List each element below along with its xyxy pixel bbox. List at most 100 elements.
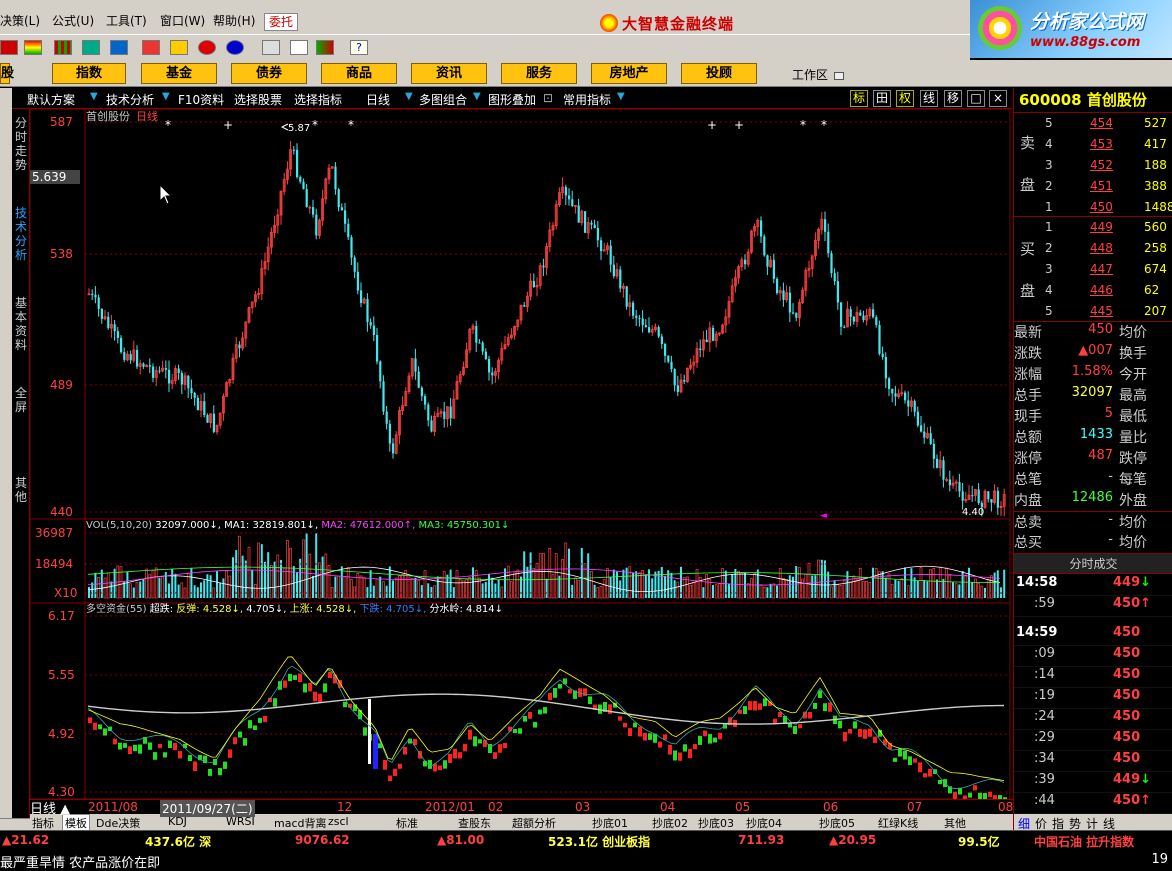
order-row[interactable]: 3 452 188 [1014, 158, 1172, 179]
status-item[interactable]: 中国石油 拉升指数 [1034, 833, 1134, 850]
menu-tools[interactable]: 工具(T) [106, 12, 147, 29]
toolbar-daily[interactable]: 日线 [366, 91, 390, 108]
toggle-line[interactable]: 线 [920, 90, 938, 107]
indicator-tab[interactable]: zscl [328, 815, 349, 828]
tick-row[interactable]: :09 450 [1014, 646, 1172, 667]
toolbar-common-indicator[interactable]: 常用指标 [563, 91, 611, 108]
menu-window[interactable]: 窗口(W) [160, 12, 205, 29]
tick-row[interactable]: :29 450 [1014, 730, 1172, 751]
restore-icon[interactable]: □ [967, 90, 985, 107]
window-icon[interactable] [290, 40, 308, 55]
nav-index[interactable]: 指数 [52, 63, 126, 84]
stop-icon[interactable] [0, 40, 18, 55]
chart-icon[interactable] [142, 40, 160, 55]
indicator-tab[interactable]: 超额分析 [512, 815, 556, 831]
indicator-tab[interactable]: 其他 [944, 815, 966, 831]
nav-advisor[interactable]: 投顾 [681, 63, 757, 84]
period-indicator[interactable]: 日线 ▲ [30, 798, 82, 817]
tab-technical[interactable]: 技术分析 [12, 206, 30, 262]
dropdown-arrow-icon[interactable]: ▼ [473, 91, 481, 102]
status-item[interactable]: 711.93 [738, 833, 784, 847]
traffic-light-icon[interactable] [24, 40, 42, 55]
nav-commodity[interactable]: 商品 [321, 63, 397, 84]
indicator-tab[interactable]: 抄底05 [819, 815, 855, 831]
workarea-dropdown[interactable]: 工作区 [792, 66, 845, 83]
status-item[interactable]: 99.5亿 [958, 833, 1000, 850]
indicator-tab[interactable]: 指标 [32, 815, 54, 831]
toolbar-multi-chart[interactable]: 多图组合 [419, 91, 467, 108]
news-ticker[interactable]: 最严重旱情 农产品涨价在即 19 [0, 850, 1172, 871]
dropdown-arrow-icon[interactable]: ▼ [162, 91, 170, 102]
status-item[interactable]: ▲21.62 [2, 833, 49, 847]
menu-formula[interactable]: 公式(U) [52, 12, 94, 29]
toolbar-default-scheme[interactable]: 默认方案 [27, 91, 75, 108]
nav-info[interactable]: 资讯 [411, 63, 487, 84]
tab-fundamental[interactable]: 基本资料 [12, 296, 30, 352]
books-icon[interactable] [316, 40, 334, 55]
indicator-tab[interactable]: 标准 [396, 815, 418, 831]
toolbar-f10[interactable]: F10资料 [178, 91, 224, 108]
menu-decide[interactable]: 决策(L) [0, 12, 40, 29]
status-item[interactable]: 523.1亿 创业板指 [548, 833, 650, 850]
diamond-icon[interactable] [170, 40, 188, 55]
dropdown-arrow-icon[interactable]: ▼ [617, 91, 625, 102]
tick-row[interactable]: :24 450 [1014, 709, 1172, 730]
order-row[interactable]: 5 454 527 [1014, 116, 1172, 137]
indicator-tab[interactable]: 抄底03 [698, 815, 734, 831]
quote-tab[interactable]: 价 [1035, 815, 1047, 830]
tab-other[interactable]: 其他 [12, 476, 30, 504]
order-row[interactable]: 4 453 417 [1014, 137, 1172, 158]
bars-icon[interactable] [54, 40, 72, 55]
nav-bond[interactable]: 债券 [231, 63, 307, 84]
order-row[interactable]: 1 449 560 [1014, 220, 1172, 241]
chart-area[interactable]: 587 538 489 440 首创股份 日线 5.639 5.87 4.40 * + *… [30, 109, 1013, 799]
nav-fund[interactable]: 基金 [141, 63, 217, 84]
quote-tab[interactable]: 细 [1018, 815, 1030, 830]
tick-row[interactable]: :34 450 [1014, 751, 1172, 772]
ticks-title[interactable]: 分时成交 [1014, 553, 1172, 574]
nav-realestate[interactable]: 房地产 [591, 63, 667, 84]
close-icon[interactable]: × [989, 90, 1007, 107]
print-icon[interactable] [262, 40, 280, 55]
tick-row[interactable]: :39 449↓ [1014, 772, 1172, 793]
quote-tab[interactable]: 指 [1052, 815, 1064, 830]
help-icon[interactable]: ? [350, 40, 368, 55]
nav-stock[interactable]: 股 [0, 63, 14, 84]
toggle-rights[interactable]: 权 [896, 90, 914, 107]
binocular-icon[interactable] [82, 40, 100, 55]
indicator-tab[interactable]: 查股东 [458, 815, 491, 831]
dropdown-arrow-icon[interactable]: ▼ [405, 91, 413, 102]
quote-tab[interactable]: 计 [1086, 815, 1098, 830]
entrust-button[interactable]: 委托 [264, 13, 299, 31]
toolbar-overlay[interactable]: 图形叠加 [488, 91, 536, 108]
toggle-grid[interactable]: 田 [873, 90, 891, 107]
quote-tab[interactable]: 线 [1103, 815, 1115, 830]
indicator-tab[interactable]: 抄底01 [592, 815, 628, 831]
tab-intraday[interactable]: 分时走势 [12, 116, 30, 172]
order-row[interactable]: 2 448 258 [1014, 241, 1172, 262]
indicator-tab[interactable]: 抄底02 [652, 815, 688, 831]
status-item[interactable]: ▲20.95 [829, 833, 876, 847]
tick-row[interactable]: :59 450↑ [1014, 596, 1172, 617]
toolbar-select-stock[interactable]: 选择股票 [234, 91, 282, 108]
tick-row[interactable]: :14 450 [1014, 667, 1172, 688]
indicator-tab[interactable]: 红绿K线 [878, 815, 918, 831]
status-item[interactable]: ▲81.00 [437, 833, 484, 847]
news-text[interactable]: 最严重旱情 农产品涨价在即 [0, 852, 160, 871]
menu-help[interactable]: 帮助(H) [213, 12, 255, 29]
toggle-label[interactable]: 标 [850, 90, 868, 107]
tick-row[interactable]: :19 450 [1014, 688, 1172, 709]
order-row[interactable]: 4 446 62 [1014, 283, 1172, 304]
indicator-tab[interactable]: macd背离 [274, 815, 327, 831]
tick-row[interactable]: 14:59 450 [1014, 625, 1172, 646]
tick-row[interactable]: :44 450↑ [1014, 793, 1172, 814]
status-item[interactable]: 9076.62 [295, 833, 350, 847]
tick-row[interactable]: 14:58 449↓ [1014, 575, 1172, 596]
order-row[interactable]: 1 450 1488 [1014, 200, 1172, 221]
toggle-move[interactable]: 移 [944, 90, 962, 107]
status-item[interactable]: 437.6亿 深 [145, 833, 211, 850]
nav-service[interactable]: 服务 [501, 63, 577, 84]
dropdown-arrow-icon[interactable]: ▼ [90, 91, 98, 102]
tab-fullscreen[interactable]: 全屏 [12, 386, 30, 414]
toolbar-select-indicator[interactable]: 选择指标 [294, 91, 342, 108]
